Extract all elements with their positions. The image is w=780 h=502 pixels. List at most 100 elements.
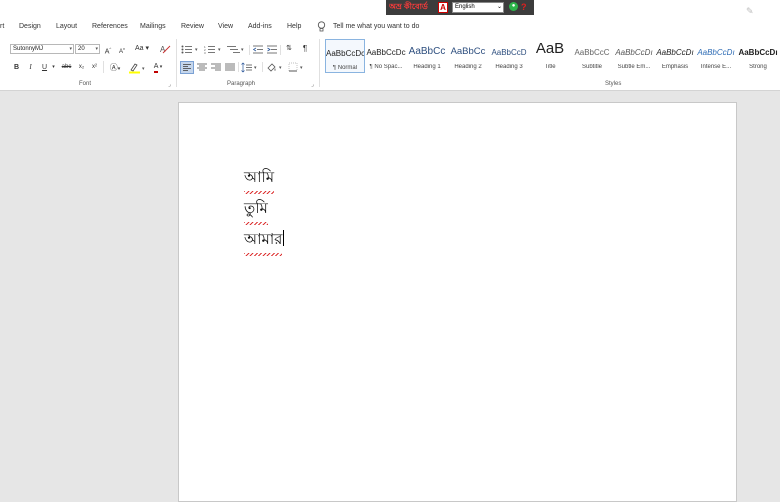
highlight-color-icon[interactable]: ▾	[128, 63, 148, 74]
style-heading-1[interactable]: AaBbCc Heading 1	[407, 39, 447, 73]
lightbulb-icon[interactable]	[317, 21, 326, 32]
superscript-button[interactable]: x²	[89, 62, 100, 73]
change-case-label: Aa	[134, 45, 144, 52]
borders-icon[interactable]: ▾	[288, 62, 306, 73]
styles-group-label: Styles	[605, 81, 622, 87]
menu-mailings[interactable]: Mailings	[140, 16, 166, 37]
show-marks-button[interactable]: ¶	[300, 43, 310, 54]
paragraph-dialog-launcher-icon[interactable]: ⌟	[311, 81, 314, 88]
chevron-down-icon: ▾	[95, 46, 98, 52]
style-name: Heading 2	[454, 64, 482, 70]
style-name: Heading 3	[495, 64, 523, 70]
underline-button[interactable]: U	[40, 62, 49, 73]
menu-insert[interactable]: rt	[0, 16, 4, 37]
style-subtitle[interactable]: AaBbCcC Subtitle	[572, 39, 612, 73]
font-color-button[interactable]: A ▾	[150, 61, 166, 73]
document-line[interactable]: তুমি	[244, 197, 268, 225]
divider	[249, 45, 250, 55]
chevron-down-icon[interactable]: ▾	[50, 62, 57, 73]
svg-text:▾: ▾	[300, 65, 303, 71]
shrink-font-button[interactable]: Av	[117, 43, 127, 55]
style-subtle-emphasis[interactable]: AaBbCcDı Subtle Em...	[614, 39, 654, 73]
pen-icon[interactable]: ✎	[746, 6, 756, 16]
style-intense-emphasis[interactable]: AaBbCcDı Intense E...	[696, 39, 736, 73]
clear-formatting-icon[interactable]: A	[160, 44, 171, 54]
subscript-button[interactable]: x₂	[76, 62, 87, 73]
style-preview: AaBbCcC	[574, 48, 610, 57]
divider	[238, 62, 239, 72]
style-heading-2[interactable]: AaBbCc Heading 2	[448, 39, 488, 73]
change-case-button[interactable]: Aa ▾	[133, 43, 151, 54]
style-name: ¶ No Spac...	[369, 64, 403, 70]
italic-button[interactable]: I	[26, 62, 35, 73]
divider	[262, 62, 263, 72]
align-right-icon[interactable]	[211, 63, 221, 72]
svg-text:▾: ▾	[195, 47, 198, 53]
line-spacing-icon[interactable]: ▾	[241, 62, 259, 73]
menu-review[interactable]: Review	[181, 16, 204, 37]
style-normal[interactable]: AaBbCcDc ¶ Normal	[325, 39, 365, 73]
ime-chat-icon[interactable]: ●	[509, 2, 518, 11]
svg-text:▾: ▾	[218, 47, 221, 53]
style-name: Intense E...	[700, 64, 732, 70]
divider	[319, 39, 320, 87]
document-line[interactable]: আমি	[244, 166, 275, 194]
bullets-icon[interactable]: ▾	[181, 45, 201, 54]
justify-icon[interactable]	[225, 63, 235, 72]
chevron-down-icon: ▾	[69, 46, 72, 52]
paragraph-group-label: Paragraph	[227, 81, 256, 87]
style-emphasis[interactable]: AaBbCcDı Emphasis	[655, 39, 695, 73]
font-dialog-launcher-icon[interactable]: ⌟	[168, 81, 171, 88]
ime-help-icon[interactable]: ?	[521, 2, 530, 12]
grow-font-button[interactable]: A^	[103, 43, 113, 55]
divider	[280, 45, 281, 55]
numbering-icon[interactable]: 1 2 3 ▾	[204, 45, 224, 54]
ime-mode-icon[interactable]: A	[438, 2, 448, 13]
style-preview: AaBbCcD	[491, 48, 527, 57]
bold-button[interactable]: B	[12, 62, 21, 73]
shading-icon[interactable]: ▾	[266, 62, 284, 73]
line-text: আমি	[244, 168, 275, 186]
menu-view[interactable]: View	[218, 16, 233, 37]
font-name-combo[interactable]: SutonnyMJ ▾	[10, 44, 74, 54]
menu-layout[interactable]: Layout	[56, 16, 77, 37]
style-name: Subtle Em...	[617, 64, 651, 70]
style-title[interactable]: AaB Title	[530, 39, 570, 73]
text-effects-button[interactable]: Ⓐ▾	[107, 62, 123, 73]
document-page[interactable]	[178, 102, 737, 502]
tell-me-search[interactable]: Tell me what you want to do	[333, 16, 419, 37]
menu-references[interactable]: References	[92, 16, 128, 37]
style-preview: AaBbCcDc	[326, 49, 364, 58]
increase-indent-icon[interactable]	[267, 45, 277, 54]
strikethrough-button[interactable]: abc	[60, 62, 73, 73]
font-size-combo[interactable]: 20 ▾	[75, 44, 100, 54]
svg-text:▾: ▾	[254, 65, 257, 71]
menu-help[interactable]: Help	[287, 16, 301, 37]
style-name: Heading 1	[413, 64, 441, 70]
style-no-spacing[interactable]: AaBbCcDc ¶ No Spac...	[366, 39, 406, 73]
style-name: ¶ Normal	[332, 65, 358, 71]
document-line[interactable]: আমার	[244, 228, 284, 256]
spelling-error-underline	[244, 222, 268, 225]
style-heading-3[interactable]: AaBbCcD Heading 3	[489, 39, 529, 73]
sort-icon[interactable]: ⇅	[283, 43, 295, 54]
style-preview: AaBbCcDı	[738, 48, 778, 57]
ime-language-select[interactable]: English ⌄	[452, 2, 504, 13]
ime-logo[interactable]: অভ্র কীবোর্ড	[389, 1, 433, 13]
align-center-icon[interactable]	[197, 63, 207, 72]
ime-language-value: English	[455, 4, 475, 10]
menu-addins[interactable]: Add-ins	[248, 16, 272, 37]
align-left-button[interactable]	[180, 61, 194, 74]
ime-toolbar[interactable]: অভ্র কীবোর্ড A English ⌄ ● ?	[386, 0, 534, 15]
divider	[103, 61, 104, 73]
style-strong[interactable]: AaBbCcDı Strong	[738, 39, 778, 73]
menu-design[interactable]: Design	[19, 16, 41, 37]
decrease-indent-icon[interactable]	[253, 45, 263, 54]
text-cursor	[283, 230, 284, 246]
align-left-icon	[183, 64, 191, 71]
multilevel-list-icon[interactable]: ▾	[227, 45, 247, 54]
style-preview: AaBbCcDı	[697, 48, 735, 57]
style-name: Title	[544, 64, 556, 70]
style-preview: AaBbCc	[450, 46, 486, 57]
svg-text:▾: ▾	[142, 66, 145, 72]
